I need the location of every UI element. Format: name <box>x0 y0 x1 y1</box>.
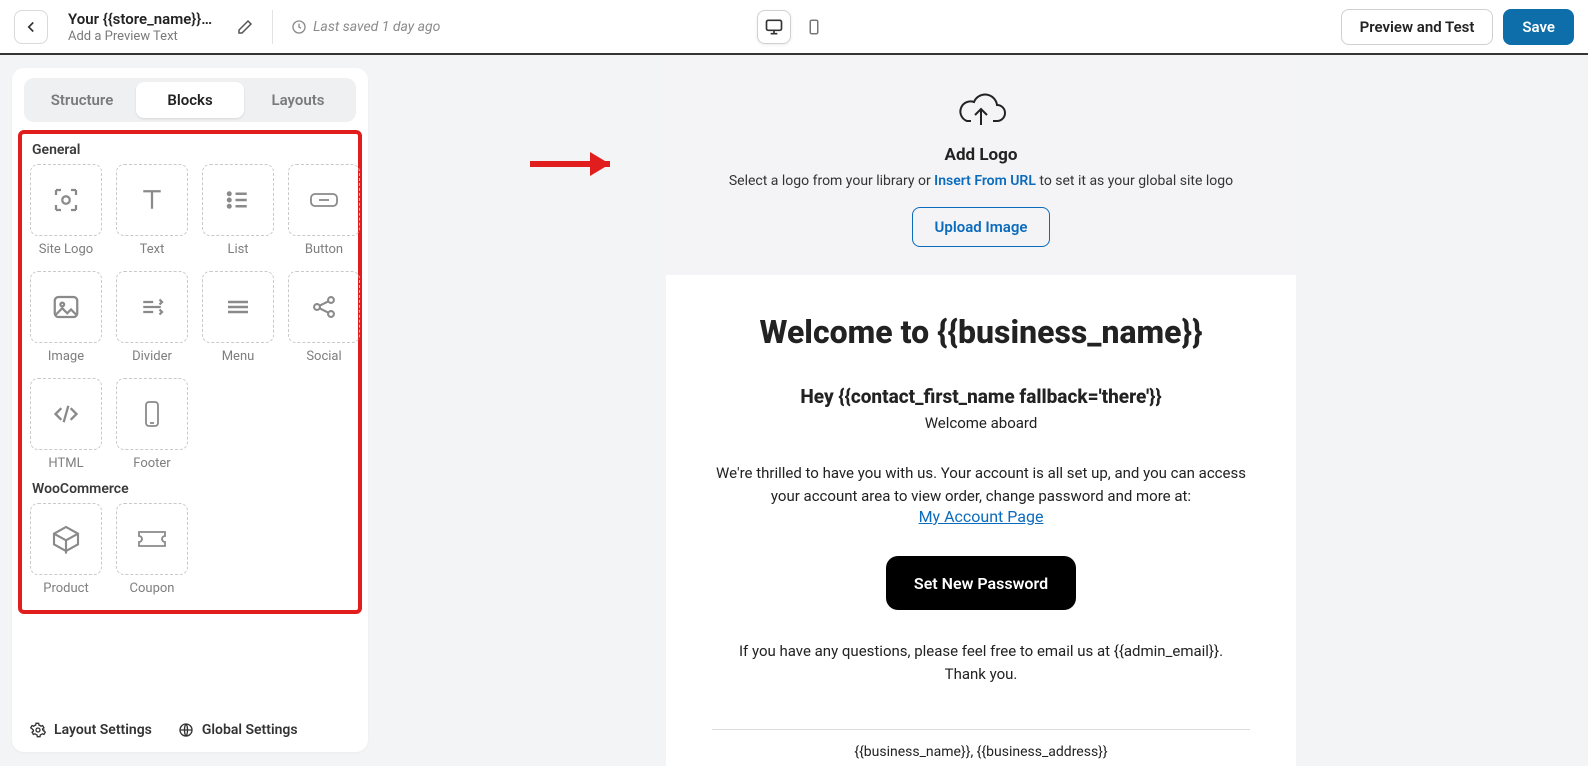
layout-settings-button[interactable]: Layout Settings <box>30 722 152 738</box>
text-icon <box>137 185 167 215</box>
email-footer-text: {{business_name}}, {{business_address}} <box>666 744 1296 760</box>
device-desktop-button[interactable] <box>757 10 791 44</box>
top-actions: Preview and Test Save <box>1341 9 1574 45</box>
preview-test-button[interactable]: Preview and Test <box>1341 9 1494 45</box>
button-icon <box>308 188 340 212</box>
email-body: Welcome to {{business_name}} Hey {{conta… <box>666 275 1296 695</box>
tab-blocks[interactable]: Blocks <box>136 82 244 118</box>
arrow-left-icon <box>22 18 40 36</box>
block-html[interactable]: HTML <box>30 378 102 471</box>
thrilled-paragraph: We're thrilled to have you with us. Your… <box>712 462 1250 507</box>
preview-text-placeholder[interactable]: Add a Preview Text <box>68 29 212 44</box>
tab-structure[interactable]: Structure <box>28 82 136 118</box>
block-html-label: HTML <box>48 456 83 471</box>
add-logo-text-post: to set it as your global site logo <box>1036 173 1233 189</box>
block-menu-label: Menu <box>222 349 255 364</box>
block-text-label: Text <box>140 242 165 257</box>
site-logo-icon <box>51 185 81 215</box>
add-logo-text-pre: Select a logo from your library or <box>729 173 934 189</box>
global-settings-button[interactable]: Global Settings <box>178 722 298 738</box>
block-button[interactable]: Button <box>288 164 360 257</box>
clock-icon <box>291 19 307 35</box>
block-product[interactable]: Product <box>30 503 102 596</box>
section-general: General <box>32 142 350 158</box>
block-image-label: Image <box>48 349 84 364</box>
device-mobile-button[interactable] <box>797 10 831 44</box>
block-social-label: Social <box>306 349 341 364</box>
email-canvas: Add Logo Select a logo from your library… <box>666 55 1296 766</box>
block-coupon[interactable]: Coupon <box>116 503 188 596</box>
sidebar-footer: Layout Settings Global Settings <box>12 708 368 752</box>
insert-from-url-link[interactable]: Insert From URL <box>934 173 1036 189</box>
woocommerce-blocks-grid: Product Coupon <box>30 503 350 596</box>
block-text[interactable]: Text <box>116 164 188 257</box>
email-footer-divider <box>712 729 1250 730</box>
pencil-icon <box>236 18 254 36</box>
block-footer[interactable]: Footer <box>116 378 188 471</box>
block-divider[interactable]: Divider <box>116 271 188 364</box>
blocks-highlight: General Site Logo Text List Button Image <box>18 130 362 614</box>
title-area: Your {{store_name}}… Add a Preview Text <box>68 10 212 44</box>
box-icon <box>50 523 82 555</box>
block-footer-label: Footer <box>133 456 170 471</box>
my-account-link[interactable]: My Account Page <box>919 507 1044 526</box>
add-logo-title: Add Logo <box>696 145 1266 165</box>
section-woocommerce: WooCommerce <box>32 481 350 497</box>
list-icon <box>223 185 253 215</box>
greeting-line: Hey {{contact_first_name fallback='there… <box>712 385 1250 408</box>
monitor-icon <box>764 17 784 37</box>
block-coupon-label: Coupon <box>130 581 175 596</box>
back-button[interactable] <box>14 10 48 44</box>
block-divider-label: Divider <box>132 349 172 364</box>
divider-icon <box>137 292 167 322</box>
device-switch <box>754 7 834 47</box>
footer-device-icon <box>140 398 164 430</box>
block-site-logo[interactable]: Site Logo <box>30 164 102 257</box>
welcome-aboard-text: Welcome aboard <box>712 414 1250 432</box>
sidebar-tabs: Structure Blocks Layouts <box>24 78 356 122</box>
email-title: Your {{store_name}}… <box>68 10 212 28</box>
logo-upload-area: Add Logo Select a logo from your library… <box>666 55 1296 275</box>
block-social[interactable]: Social <box>288 271 360 364</box>
block-list-label: List <box>227 242 248 257</box>
globe-icon <box>178 722 194 738</box>
global-settings-label: Global Settings <box>202 722 298 738</box>
tab-layouts[interactable]: Layouts <box>244 82 352 118</box>
upload-image-button[interactable]: Upload Image <box>912 207 1051 247</box>
set-password-button[interactable]: Set New Password <box>886 556 1076 610</box>
block-button-label: Button <box>305 242 343 257</box>
questions-paragraph: If you have any questions, please feel f… <box>712 640 1250 685</box>
image-icon <box>51 292 81 322</box>
block-list[interactable]: List <box>202 164 274 257</box>
layout-settings-label: Layout Settings <box>54 722 152 738</box>
share-icon <box>310 293 338 321</box>
edit-title-button[interactable] <box>236 18 254 36</box>
last-saved-text: Last saved 1 day ago <box>313 19 440 35</box>
divider <box>272 10 273 44</box>
cloud-upload-icon <box>955 91 1007 131</box>
gear-icon <box>30 722 46 738</box>
block-image[interactable]: Image <box>30 271 102 364</box>
save-button[interactable]: Save <box>1503 9 1574 45</box>
thankyou-text: Thank you. <box>945 665 1018 683</box>
code-icon <box>50 400 82 428</box>
last-saved-status: Last saved 1 day ago <box>291 19 440 35</box>
add-logo-description: Select a logo from your library or Inser… <box>696 173 1266 189</box>
top-bar: Your {{store_name}}… Add a Preview Text … <box>0 0 1588 55</box>
annotation-arrow <box>380 124 660 208</box>
questions-text: If you have any questions, please feel f… <box>739 642 1223 660</box>
block-menu[interactable]: Menu <box>202 271 274 364</box>
mobile-icon <box>805 18 823 36</box>
menu-icon <box>223 292 253 322</box>
general-blocks-grid: Site Logo Text List Button Image Divider <box>30 164 350 471</box>
block-product-label: Product <box>43 581 88 596</box>
welcome-heading: Welcome to {{business_name}} <box>712 313 1250 351</box>
block-site-logo-label: Site Logo <box>39 242 93 257</box>
ticket-icon <box>135 526 169 552</box>
sidebar-panel: Structure Blocks Layouts General Site Lo… <box>12 68 368 752</box>
